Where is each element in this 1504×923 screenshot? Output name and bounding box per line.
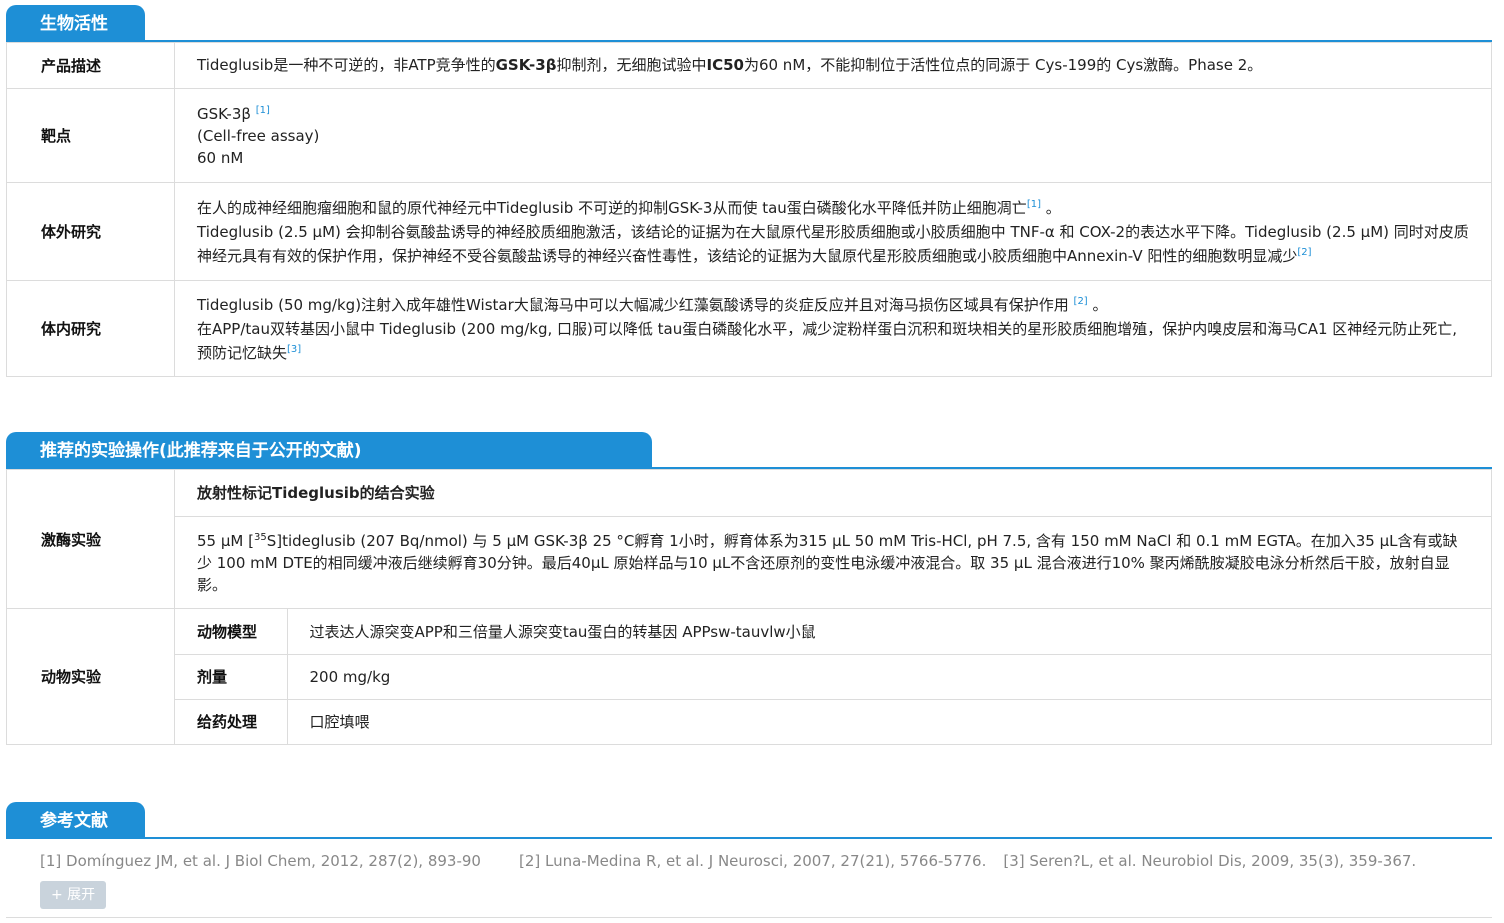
animal-details: 动物模型 过表达人源突变APP和三倍量人源突变tau蛋白的转基因 APPsw-t…	[174, 608, 1492, 745]
animal-admin-label: 给药处理	[175, 699, 288, 744]
kinase-text-1: 55 μM [	[197, 531, 254, 550]
invivo-text-1: Tideglusib (50 mg/kg)注射入成年雄性Wistar大鼠海马中可…	[197, 295, 1074, 314]
refs-box: [1] Domínguez JM, et al. J Biol Chem, 20…	[6, 838, 1492, 918]
protocol-section-tab: 推荐的实验操作(此推荐来自于公开的文献)	[6, 432, 652, 468]
ref-item-1[interactable]: [1] Domínguez JM, et al. J Biol Chem, 20…	[40, 852, 481, 870]
invivo-ref-2[interactable]: [3]	[287, 344, 301, 355]
kinase-label: 激酶实验	[6, 469, 175, 609]
target-assay: (Cell-free assay)	[197, 126, 320, 145]
invivo-text-1b: 。	[1087, 295, 1108, 314]
refs-section-tab: 参考文献	[6, 802, 145, 838]
invivo-content: Tideglusib (50 mg/kg)注射入成年雄性Wistar大鼠海马中可…	[174, 280, 1492, 377]
desc-text-3: 为60 nM，不能抑制位于活性位点的同源于 Cys-199的 Cys激酶。Pha…	[743, 56, 1263, 74]
bio-section-tab: 生物活性	[6, 5, 145, 41]
desc-bold-ic50: IC50	[706, 56, 744, 74]
refs-section-title: 参考文献	[40, 811, 108, 831]
invitro-content: 在人的成神经细胞瘤细胞和鼠的原代神经元中Tideglusib 不可逆的抑制GSK…	[174, 182, 1492, 281]
animal-dose-row: 剂量 200 mg/kg	[175, 654, 1491, 700]
animal-row: 动物实验 动物模型 过表达人源突变APP和三倍量人源突变tau蛋白的转基因 AP…	[6, 608, 1492, 745]
animal-label: 动物实验	[6, 608, 175, 745]
expand-button[interactable]: + 展开	[40, 881, 107, 909]
target-name: GSK-3β	[197, 104, 251, 123]
desc-text-1: Tideglusib是一种不可逆的，非ATP竞争性的	[197, 56, 496, 74]
desc-label: 产品描述	[6, 42, 175, 89]
animal-inner-table: 动物模型 过表达人源突变APP和三倍量人源突变tau蛋白的转基因 APPsw-t…	[175, 609, 1491, 744]
invivo-ref-1[interactable]: [2]	[1074, 296, 1088, 307]
desc-row: 产品描述 Tideglusib是一种不可逆的，非ATP竞争性的GSK-3β抑制剂…	[6, 42, 1492, 89]
kinase-text-2: S]tideglusib (207 Bq/nmol) 与 5 μM GSK-3β…	[197, 531, 1458, 594]
protocol-section-title: 推荐的实验操作(此推荐来自于公开的文献)	[40, 441, 362, 461]
animal-dose-label: 剂量	[175, 654, 288, 700]
target-label: 靶点	[6, 88, 175, 183]
invitro-text-1b: 。	[1040, 198, 1061, 217]
kinase-title: 放射性标记Tideglusib的结合实验	[174, 469, 1492, 517]
target-value: 60 nM	[197, 148, 244, 167]
kinase-body: 55 μM [35S]tideglusib (207 Bq/nmol) 与 5 …	[174, 516, 1492, 609]
kinase-isotope-sup: 35	[253, 531, 267, 543]
invitro-ref-1[interactable]: [1]	[1027, 199, 1041, 210]
target-content: GSK-3β [1] (Cell-free assay) 60 nM	[174, 88, 1492, 183]
bio-section-title: 生物活性	[40, 14, 108, 34]
animal-admin-value: 口腔填喂	[309, 713, 370, 732]
invitro-text-2: Tideglusib (2.5 μM) 会抑制谷氨酸盐诱导的神经胶质细胞激活，该…	[197, 222, 1469, 265]
desc-text-2: 抑制剂，无细胞试验中	[556, 56, 707, 74]
protocol-table: 激酶实验 放射性标记Tideglusib的结合实验 55 μM [35S]tid…	[6, 469, 1492, 745]
invitro-row: 体外研究 在人的成神经细胞瘤细胞和鼠的原代神经元中Tideglusib 不可逆的…	[6, 182, 1492, 281]
bio-table: 产品描述 Tideglusib是一种不可逆的，非ATP竞争性的GSK-3β抑制剂…	[6, 42, 1492, 377]
invivo-label: 体内研究	[6, 280, 175, 377]
invitro-text-1: 在人的成神经细胞瘤细胞和鼠的原代神经元中Tideglusib 不可逆的抑制GSK…	[197, 198, 1027, 217]
ref-item-2[interactable]: [2] Luna-Medina R, et al. J Neurosci, 20…	[519, 852, 986, 870]
target-row: 靶点 GSK-3β [1] (Cell-free assay) 60 nM	[6, 88, 1492, 183]
kinase-body-row: 55 μM [35S]tideglusib (207 Bq/nmol) 与 5 …	[7, 516, 1492, 609]
desc-bold-gsk: GSK-3β	[495, 56, 557, 74]
invivo-row: 体内研究 Tideglusib (50 mg/kg)注射入成年雄性Wistar大…	[6, 280, 1492, 377]
invivo-text-2: 在APP/tau双转基因小鼠中 Tideglusib (200 mg/kg, 口…	[197, 319, 1458, 362]
animal-admin-row: 给药处理 口腔填喂	[175, 699, 1491, 744]
target-ref-link[interactable]: [1]	[256, 105, 270, 116]
invitro-label: 体外研究	[6, 182, 175, 281]
animal-model-value: 过表达人源突变APP和三倍量人源突变tau蛋白的转基因 APPsw-tauvlw…	[287, 609, 1491, 655]
refs-list: [1] Domínguez JM, et al. J Biol Chem, 20…	[40, 852, 1454, 870]
animal-model-row: 动物模型 过表达人源突变APP和三倍量人源突变tau蛋白的转基因 APPsw-t…	[175, 609, 1491, 655]
animal-dose-value: 200 mg/kg	[287, 654, 1491, 700]
kinase-title-row: 激酶实验 放射性标记Tideglusib的结合实验	[6, 469, 1492, 609]
ref-item-3[interactable]: [3] Seren?L, et al. Neurobiol Dis, 2009,…	[1003, 852, 1416, 870]
desc-content: Tideglusib是一种不可逆的，非ATP竞争性的GSK-3β抑制剂，无细胞试…	[174, 42, 1492, 89]
animal-model-label: 动物模型	[175, 609, 288, 655]
invitro-ref-2[interactable]: [2]	[1297, 247, 1311, 258]
